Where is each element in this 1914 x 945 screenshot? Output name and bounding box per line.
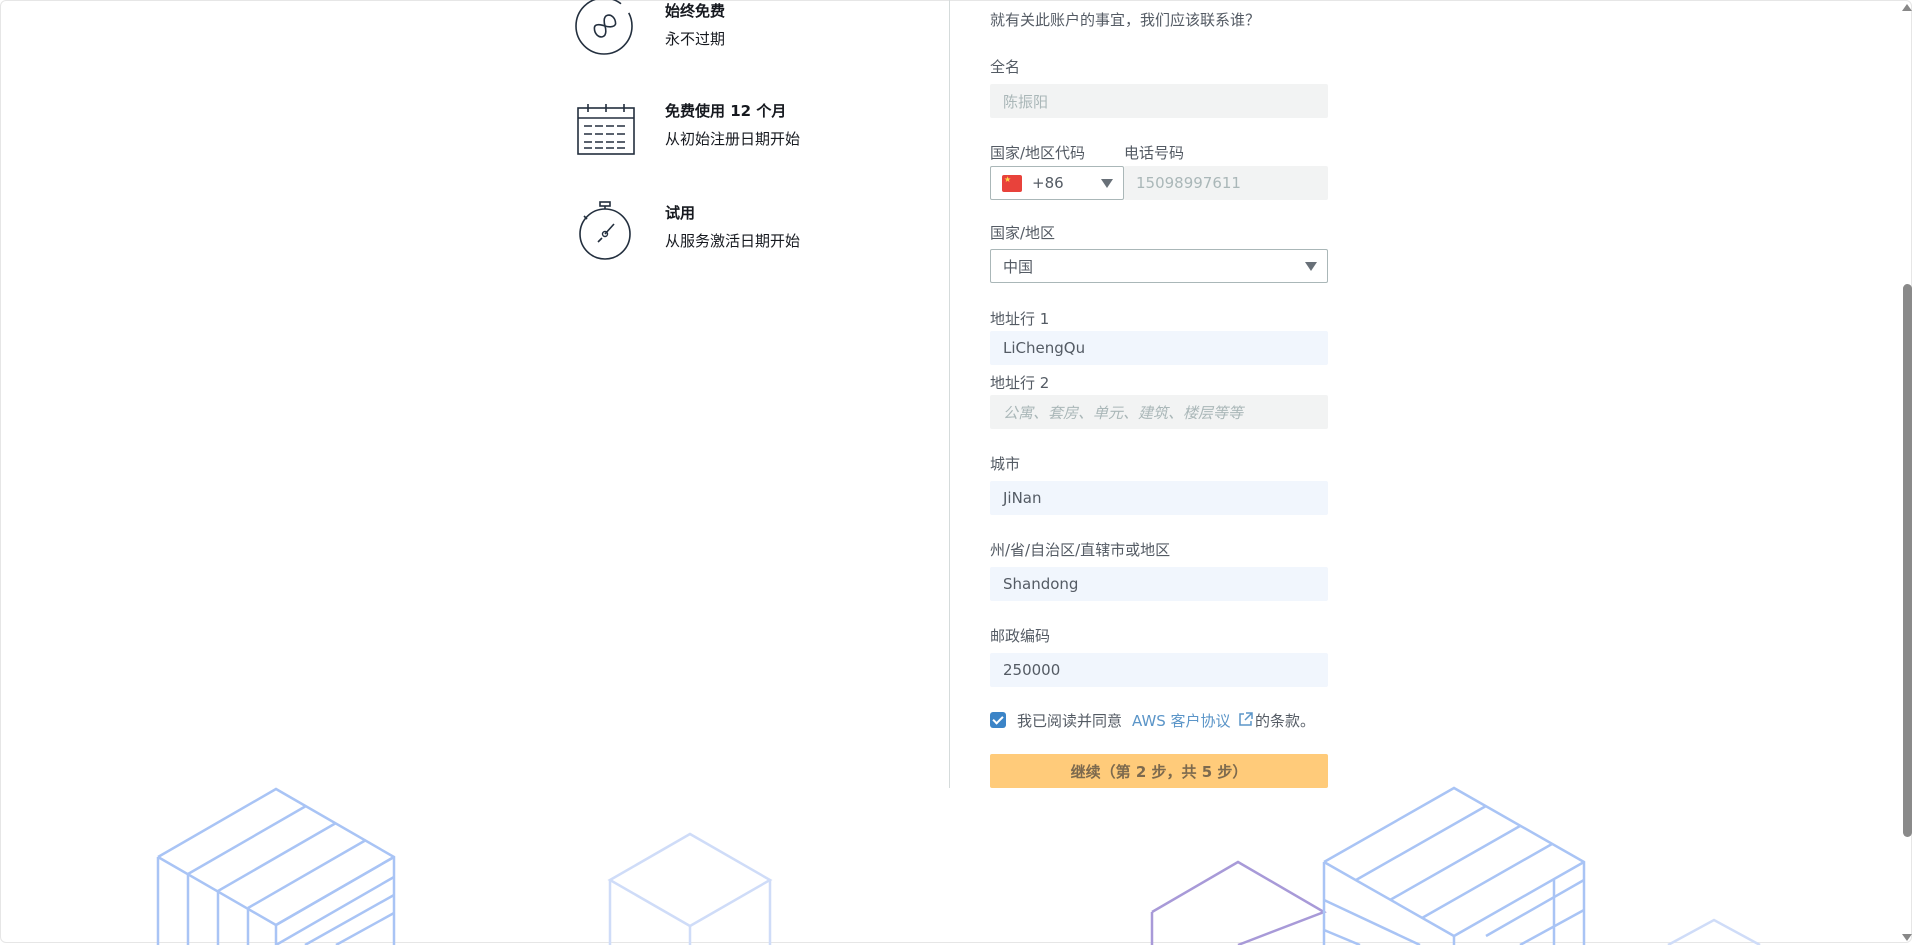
infinity-icon xyxy=(575,0,633,55)
scroll-up-icon[interactable] xyxy=(1902,4,1912,11)
column-divider xyxy=(949,0,950,788)
country-select[interactable]: 中国 xyxy=(990,249,1328,283)
benefit-subtitle: 从服务激活日期开始 xyxy=(665,232,801,250)
stopwatch-icon xyxy=(579,201,631,260)
address2-label: 地址行 2 xyxy=(990,374,1050,392)
decorative-boxes xyxy=(156,786,1761,945)
benefit-title: 始终免费 xyxy=(665,2,726,20)
country-value: 中国 xyxy=(1003,257,1034,276)
decorative-cube-far-right xyxy=(1667,918,1761,945)
china-flag-icon: ★ xyxy=(1002,175,1022,192)
country-code-value: +86 xyxy=(1032,174,1064,192)
full-name-input[interactable]: 陈振阳 xyxy=(990,84,1328,118)
phone-label: 电话号码 xyxy=(1124,144,1185,162)
scrollbar[interactable] xyxy=(1900,0,1914,945)
city-input[interactable]: JiNan xyxy=(990,481,1328,515)
agreement-prefix: 我已阅读并同意 xyxy=(1017,712,1123,730)
scrollbar-thumb[interactable] xyxy=(1903,284,1912,837)
full-name-label: 全名 xyxy=(990,58,1021,76)
benefit-subtitle: 从初始注册日期开始 xyxy=(665,130,801,148)
agreement-checkbox[interactable] xyxy=(990,712,1006,728)
form-intro: 就有关此账户的事宜，我们应该联系谁？ xyxy=(990,11,1261,29)
decorative-crate-left xyxy=(156,787,396,945)
scroll-down-icon[interactable] xyxy=(1902,934,1912,941)
postal-input[interactable]: 250000 xyxy=(990,653,1328,687)
agreement-suffix: 的条款。 xyxy=(1255,712,1316,730)
benefit-title: 免费使用 12 个月 xyxy=(665,102,787,120)
decorative-crate-right xyxy=(1322,786,1586,945)
country-code-label: 国家/地区代码 xyxy=(990,144,1086,162)
external-link-icon[interactable] xyxy=(1238,712,1253,727)
decorative-cube-middle xyxy=(607,832,773,945)
state-input[interactable]: Shandong xyxy=(990,567,1328,601)
chevron-down-icon xyxy=(1305,262,1317,271)
country-label: 国家/地区 xyxy=(990,224,1056,242)
address1-input[interactable]: LiChengQu xyxy=(990,331,1328,365)
calendar-icon xyxy=(577,104,635,155)
address2-input[interactable]: 公寓、套房、单元、建筑、楼层等等 xyxy=(990,395,1328,429)
chevron-down-icon xyxy=(1101,179,1113,188)
postal-label: 邮政编码 xyxy=(990,627,1051,645)
decorative-cube-purple xyxy=(1150,860,1327,945)
benefit-subtitle: 永不过期 xyxy=(665,30,726,48)
country-code-select[interactable]: ★ +86 xyxy=(990,166,1124,200)
phone-input[interactable]: 15098997611 xyxy=(1124,166,1328,200)
address1-label: 地址行 1 xyxy=(990,310,1050,328)
benefit-title: 试用 xyxy=(665,204,696,222)
customer-agreement-link[interactable]: AWS 客户协议 xyxy=(1132,710,1231,731)
city-label: 城市 xyxy=(990,455,1021,473)
state-label: 州/省/自治区/直辖市或地区 xyxy=(990,541,1171,559)
